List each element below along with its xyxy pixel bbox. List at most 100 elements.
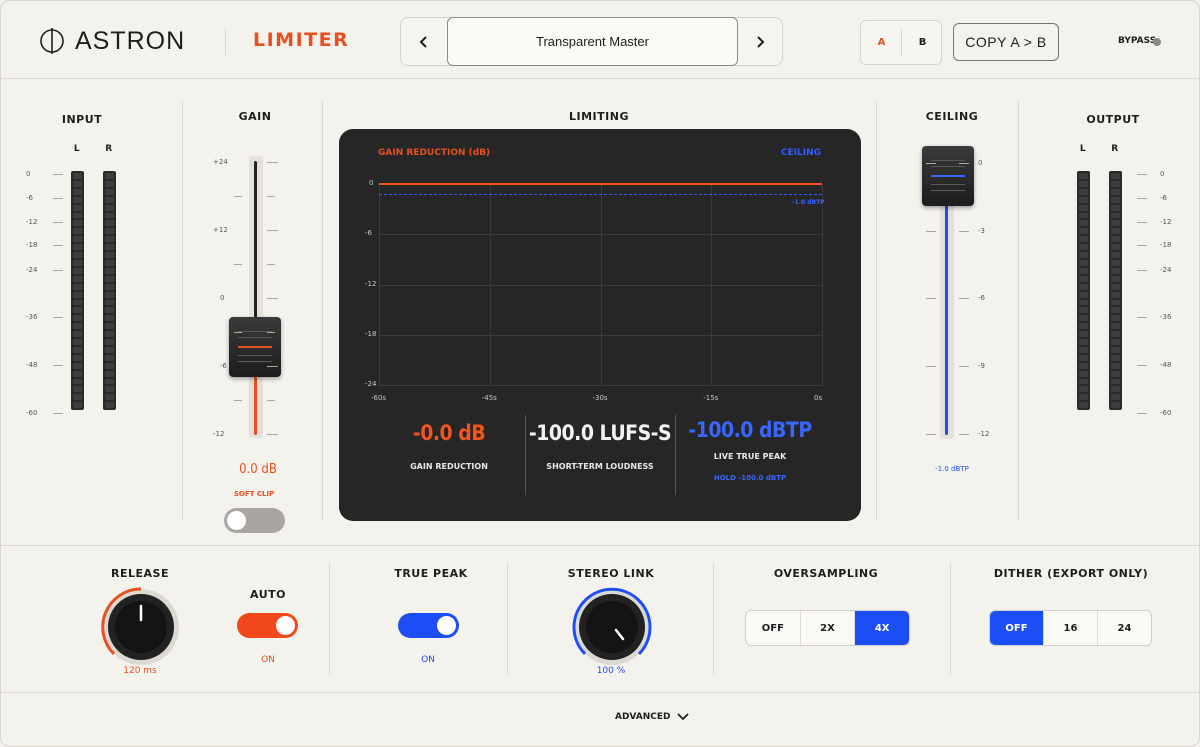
oversampling-4x-button[interactable]: 4X [855,611,909,645]
graph-gridline-v [711,184,713,385]
input-title: INPUT [61,113,103,126]
gain-scale-label: -6 [220,362,227,370]
meter-segment [105,220,114,227]
meter-segment [1079,204,1088,211]
divider [950,563,951,675]
meter-segment [105,331,114,338]
preset-name-field[interactable]: Transparent Master [447,17,738,66]
soft-clip-toggle[interactable] [224,508,285,533]
ceiling-scale-label: 0 [978,159,983,167]
meter-segment [105,252,114,258]
scale-minor-tick [234,400,242,401]
meter-segment [1079,299,1088,306]
b-button[interactable]: B [902,21,943,64]
meter-segment [73,354,82,361]
meter-segment [105,307,114,314]
output-scale-label: -18 [1160,241,1172,249]
oversampling-off-button[interactable]: OFF [746,611,801,645]
scale-tick [959,298,969,299]
input-left-label: L [73,144,81,154]
meter-segment [105,323,114,330]
meter-segment [105,339,114,345]
scale-tick [1137,365,1147,366]
stereo-link-title: STEREO LINK [567,567,655,580]
limiting-display: GAIN REDUCTION (dB) CEILING -0.0 dB GAIN… [339,129,861,521]
release-value: 120 ms [123,666,157,676]
advanced-toggle[interactable]: ADVANCED [615,712,689,722]
graph-x-label: -60s [371,394,387,402]
oversampling-2x-button[interactable]: 2X [801,611,856,645]
bypass-indicator[interactable] [1153,38,1161,46]
preset-next-button[interactable] [737,18,783,65]
toggle-knob [437,616,456,635]
output-left-label: L [1079,144,1087,154]
meter-segment [1111,188,1120,195]
scale-minor-tick [267,332,275,333]
input-scale-label: -36 [26,313,38,321]
scale-tick [53,222,63,223]
output-scale-label: -36 [1160,313,1172,321]
meter-segment [73,188,82,195]
brand-name: ASTRON [75,27,186,55]
copy-a-to-b-button[interactable]: COPY A > B [953,23,1059,61]
ceiling-fader-handle[interactable] [922,146,974,206]
chevron-down-icon [676,713,689,721]
meter-segment [73,267,82,274]
meter-segment [1079,188,1088,195]
controls-divider [1,545,1199,546]
release-knob[interactable] [100,586,182,668]
divider [507,563,508,675]
meter-segment [1111,362,1120,369]
meter-segment [1111,180,1120,187]
gain-title: GAIN [238,110,272,123]
readout-divider [525,415,526,495]
true-peak-hold-value[interactable]: HOLD -100.0 dBTP [714,474,786,482]
toggle-knob [227,511,246,530]
toggle-knob [276,616,295,635]
input-scale-label: -18 [26,241,38,249]
dither-24-button[interactable]: 24 [1098,611,1151,645]
meter-segment [1079,354,1088,361]
graph-y-label: -18 [365,329,377,338]
bypass-label[interactable]: BYPASS [1118,36,1156,46]
meter-segment [73,291,82,298]
meter-segment [105,386,114,393]
meter-segment [105,173,114,179]
release-title: RELEASE [111,567,169,580]
meter-segment [105,204,114,211]
meter-segment [1111,212,1120,219]
meter-segment [73,228,82,235]
meter-segment [105,291,114,298]
meter-segment [105,267,114,274]
scale-tick [926,231,936,232]
dither-off-button[interactable]: OFF [990,611,1044,645]
meter-segment [1079,228,1088,235]
true-peak-toggle[interactable] [398,613,459,638]
scale-tick [53,365,63,366]
meter-segment [1111,378,1120,385]
auto-toggle[interactable] [237,613,298,638]
input-meter-right [103,171,116,410]
ceiling-graph-label: CEILING [780,148,821,158]
output-scale-label: -48 [1160,361,1172,369]
a-button[interactable]: A [861,21,902,64]
stereo-link-knob[interactable] [571,586,653,668]
scale-tick [926,434,936,435]
oversampling-title: OVERSAMPLING [773,567,879,580]
meter-segment [1111,346,1120,353]
short-term-loudness-value: -100.0 LUFS-S [528,421,672,445]
meter-segment [73,204,82,211]
graph-gridline-h [379,385,822,386]
dither-16-button[interactable]: 16 [1044,611,1098,645]
meter-segment [1111,228,1120,235]
gain-fader-handle[interactable] [229,317,281,377]
preset-prev-button[interactable] [401,18,447,65]
output-meter-left [1077,171,1090,410]
meter-segment [1111,259,1120,266]
scale-tick [53,245,63,246]
meter-segment [73,212,82,219]
scale-tick [267,434,278,435]
meter-segment [1111,354,1120,361]
meter-segment [1079,386,1088,393]
gain-reduction-value: -0.0 dB [412,421,486,445]
